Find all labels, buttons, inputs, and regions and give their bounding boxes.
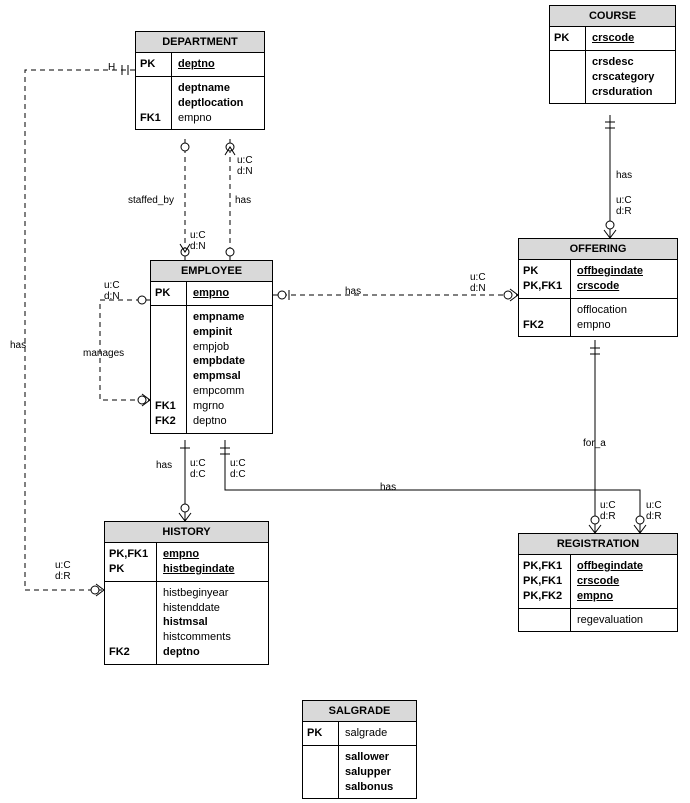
card-label: d:N — [190, 241, 206, 252]
attr-cell: crsdesc crscategory crsduration — [586, 51, 675, 104]
key-label — [550, 51, 586, 104]
key-label: FK2 — [105, 582, 157, 664]
card-label: u:C — [104, 280, 120, 291]
rel-label: staffed_by — [128, 195, 174, 206]
attr-cell: deptno — [172, 53, 264, 76]
rel-label: for_a — [583, 438, 606, 449]
entity-title: SALGRADE — [303, 701, 416, 722]
key-label: PK — [303, 722, 339, 745]
card-label: d:N — [237, 166, 253, 177]
pk-attr: crscode — [577, 279, 671, 294]
rel-label: has — [156, 460, 172, 471]
entity-title: HISTORY — [105, 522, 268, 543]
pk-attr: histbegindate — [163, 562, 262, 577]
card-label: u:C — [190, 458, 206, 469]
attr-cell: offlocation empno — [571, 299, 677, 337]
rel-label: has — [380, 482, 396, 493]
pk-attr: crscode — [592, 31, 669, 46]
pk-attr: offbegindate — [577, 559, 671, 574]
attr-cell: empno — [187, 282, 272, 305]
card-label: u:C — [616, 195, 632, 206]
entity-registration: REGISTRATION PK,FK1 PK,FK1 PK,FK2 offbeg… — [518, 533, 678, 632]
card-label: d:N — [470, 283, 486, 294]
entity-department: DEPARTMENT PK deptno FK1 deptname deptlo… — [135, 31, 265, 130]
pk-attr: empno — [163, 547, 262, 562]
key-label: PK,FK1 PK,FK1 PK,FK2 — [519, 555, 571, 608]
key-label: FK2 — [519, 299, 571, 337]
er-diagram-canvas: DEPARTMENT PK deptno FK1 deptname deptlo… — [0, 0, 690, 803]
key-label: PK — [151, 282, 187, 305]
card-label: d:R — [616, 206, 632, 217]
entity-title: OFFERING — [519, 239, 677, 260]
card-label: u:C — [190, 230, 206, 241]
attr-cell: salgrade — [339, 722, 416, 745]
key-label: PK,FK1 PK — [105, 543, 157, 581]
entity-title: REGISTRATION — [519, 534, 677, 555]
key-label — [519, 609, 571, 632]
entity-course: COURSE PK crscode crsdesc crscategory cr… — [549, 5, 676, 104]
card-label: d:R — [600, 511, 616, 522]
card-label: u:C — [646, 500, 662, 511]
card-label: d:N — [104, 291, 120, 302]
entity-salgrade: SALGRADE PK salgrade sallower salupper s… — [302, 700, 417, 799]
entity-offering: OFFERING PK PK,FK1 offbegindate crscode … — [518, 238, 678, 337]
card-label: u:C — [237, 155, 253, 166]
rel-label: H — [108, 62, 115, 73]
pk-attr: salgrade — [345, 727, 387, 739]
entity-title: COURSE — [550, 6, 675, 27]
rel-label: has — [235, 195, 251, 206]
pk-attr: crscode — [577, 574, 671, 589]
card-label: u:C — [600, 500, 616, 511]
entity-history: HISTORY PK,FK1 PK empno histbegindate FK… — [104, 521, 269, 665]
attr-cell: empno histbegindate — [157, 543, 268, 581]
card-label: d:R — [55, 571, 71, 582]
pk-attr: empno — [577, 589, 671, 604]
card-label: d:C — [230, 469, 246, 480]
card-label: u:C — [470, 272, 486, 283]
attr-cell: histbeginyear histenddate histmsal histc… — [157, 582, 268, 664]
attr-cell: offbegindate crscode empno — [571, 555, 677, 608]
attr-cell: deptname deptlocation empno — [172, 77, 264, 130]
key-label: PK PK,FK1 — [519, 260, 571, 298]
attr-cell: offbegindate crscode — [571, 260, 677, 298]
attr-cell: regevaluation — [571, 609, 677, 632]
pk-attr: empno — [193, 286, 266, 301]
attr-cell: empname empinit empjob empbdate empmsal … — [187, 306, 272, 433]
rel-label: manages — [83, 348, 124, 359]
key-label: FK1 FK2 — [151, 306, 187, 433]
key-label: PK — [550, 27, 586, 50]
card-label: d:C — [190, 469, 206, 480]
rel-label: has — [10, 340, 26, 351]
card-label: u:C — [230, 458, 246, 469]
key-label: FK1 — [136, 77, 172, 130]
key-label — [303, 746, 339, 799]
attr-cell: sallower salupper salbonus — [339, 746, 416, 799]
rel-label: has — [345, 286, 361, 297]
pk-attr: deptno — [178, 57, 258, 72]
card-label: u:C — [55, 560, 71, 571]
entity-title: DEPARTMENT — [136, 32, 264, 53]
attr-cell: crscode — [586, 27, 675, 50]
pk-attr: offbegindate — [577, 264, 671, 279]
entity-title: EMPLOYEE — [151, 261, 272, 282]
entity-employee: EMPLOYEE PK empno FK1 FK2 empname empini… — [150, 260, 273, 434]
card-label: d:R — [646, 511, 662, 522]
rel-label: has — [616, 170, 632, 181]
key-label: PK — [136, 53, 172, 76]
